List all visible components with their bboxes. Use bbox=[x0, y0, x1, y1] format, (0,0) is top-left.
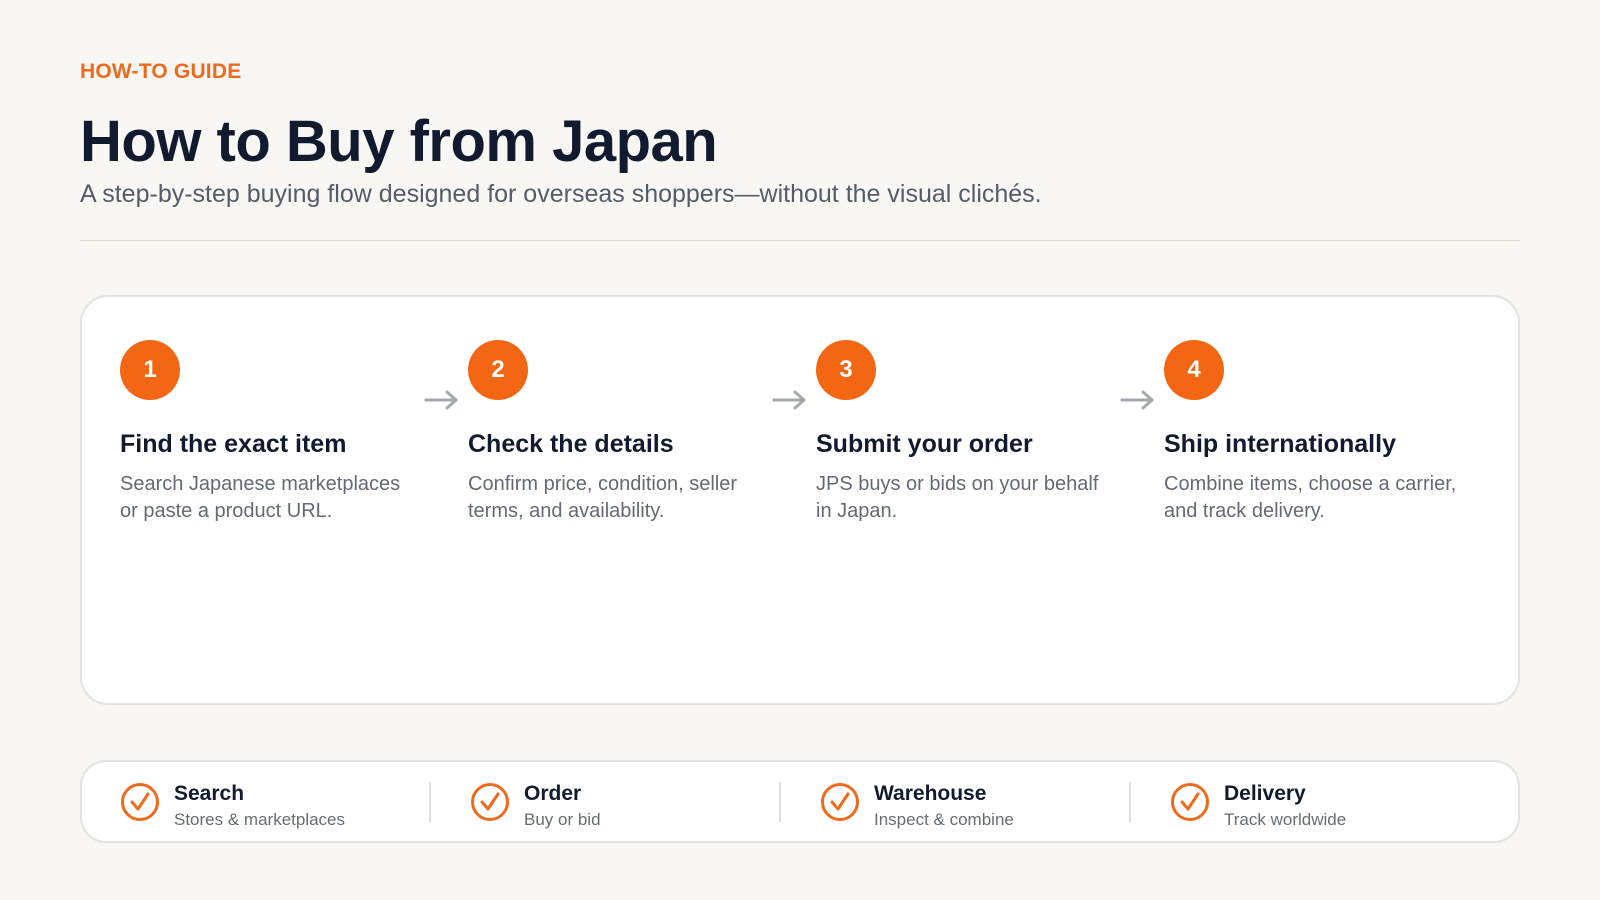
check-circle-icon bbox=[1171, 783, 1209, 821]
step-number-badge: 1 bbox=[120, 340, 180, 400]
steps-card: 1 Find the exact item Search Japanese ma… bbox=[80, 295, 1520, 705]
step-1: 1 Find the exact item Search Japanese ma… bbox=[120, 340, 420, 525]
step-title: Check the details bbox=[468, 430, 674, 458]
step-2: 2 Check the details Confirm price, condi… bbox=[468, 340, 768, 525]
page-title: How to Buy from Japan bbox=[80, 109, 718, 174]
step-number-badge: 2 bbox=[468, 340, 528, 400]
eyebrow-label: HOW-TO GUIDE bbox=[80, 60, 242, 83]
step-title: Find the exact item bbox=[120, 430, 347, 458]
header-divider bbox=[80, 240, 1520, 241]
step-title: Submit your order bbox=[816, 430, 1033, 458]
feature-title: Delivery bbox=[1224, 782, 1306, 805]
feature-order: Order Buy or bid bbox=[470, 780, 770, 829]
check-circle-icon bbox=[471, 783, 509, 821]
feature-divider bbox=[429, 782, 431, 822]
feature-delivery: Delivery Track worldwide bbox=[1170, 780, 1470, 829]
feature-title: Search bbox=[174, 782, 245, 805]
step-description: Combine items, choose a carrier, and tra… bbox=[1164, 473, 1457, 522]
arrow-right-icon bbox=[424, 390, 458, 410]
arrow-right-icon bbox=[772, 390, 806, 410]
feature-title: Warehouse bbox=[874, 782, 987, 805]
feature-subtitle: Buy or bid bbox=[524, 810, 601, 829]
feature-title: Order bbox=[524, 782, 582, 805]
feature-divider bbox=[1129, 782, 1131, 822]
check-circle-icon bbox=[121, 783, 159, 821]
feature-search: Search Stores & marketplaces bbox=[120, 780, 420, 829]
arrow-right-icon bbox=[1120, 390, 1154, 410]
step-3: 3 Submit your order JPS buys or bids on … bbox=[816, 340, 1116, 525]
page-subtitle: A step-by-step buying flow designed for … bbox=[80, 180, 1042, 208]
feature-subtitle: Track worldwide bbox=[1224, 810, 1347, 829]
step-description: JPS buys or bids on your behalf in Japan… bbox=[816, 473, 1099, 522]
feature-divider bbox=[779, 782, 781, 822]
step-description: Search Japanese marketplaces or paste a … bbox=[120, 473, 401, 522]
step-number-badge: 3 bbox=[816, 340, 876, 400]
feature-subtitle: Stores & marketplaces bbox=[174, 810, 346, 829]
features-card: Search Stores & marketplaces Order Buy o… bbox=[80, 760, 1520, 843]
step-number-badge: 4 bbox=[1164, 340, 1224, 400]
step-title: Ship internationally bbox=[1164, 430, 1396, 458]
feature-subtitle: Inspect & combine bbox=[874, 810, 1014, 829]
step-description: Confirm price, condition, seller terms, … bbox=[468, 473, 737, 522]
step-4: 4 Ship internationally Combine items, ch… bbox=[1164, 340, 1464, 525]
feature-warehouse: Warehouse Inspect & combine bbox=[820, 780, 1120, 829]
check-circle-icon bbox=[821, 783, 859, 821]
